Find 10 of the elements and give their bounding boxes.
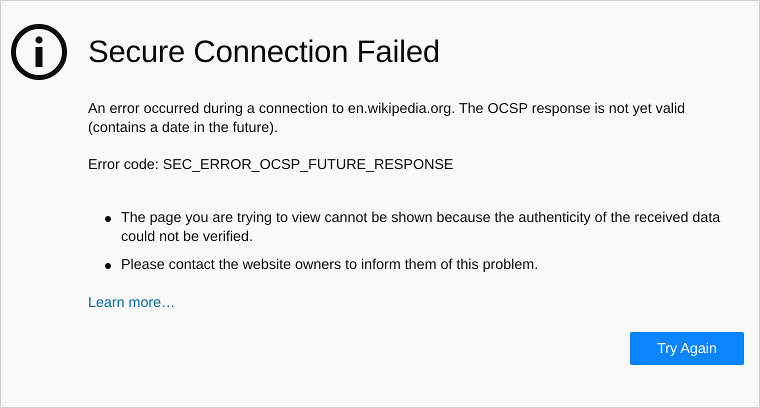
bullet-icon: [105, 263, 111, 269]
try-again-button[interactable]: Try Again: [630, 332, 744, 365]
detail-text: The page you are trying to view cannot be shown because the authenticity of the received data could not be verified.: [121, 209, 722, 247]
info-icon: [10, 23, 68, 81]
error-description: An error occurred during a connection to en.wikipedia.org. The OCSP response is not yet valid (contains a date in the future).: [88, 100, 686, 138]
detail-text: Please contact the website owners to inform them of this problem.: [121, 256, 538, 275]
bullet-icon: [105, 216, 111, 222]
page-title: Secure Connection Failed: [88, 34, 440, 70]
learn-more-link[interactable]: Learn more…: [88, 294, 176, 313]
error-code: Error code: SEC_ERROR_OCSP_FUTURE_RESPONSE: [88, 156, 454, 175]
